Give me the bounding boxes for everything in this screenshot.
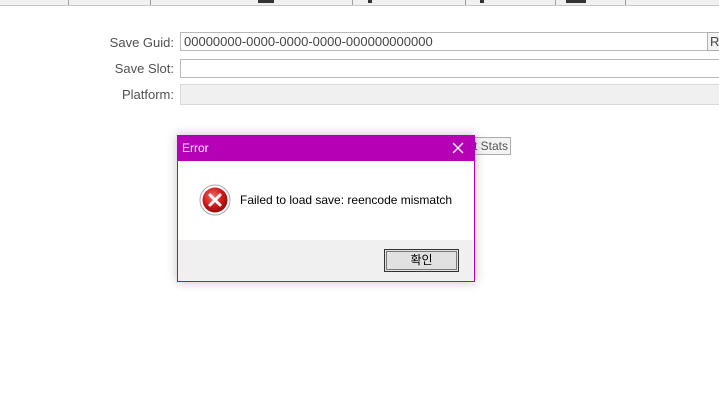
tab-separator — [625, 0, 626, 5]
platform-select[interactable] — [180, 84, 719, 105]
save-slot-input[interactable] — [180, 59, 719, 78]
tab-separator — [68, 0, 69, 5]
close-icon — [452, 142, 464, 154]
dialog-footer: 확인 — [178, 240, 474, 281]
tab-icon — [480, 0, 484, 3]
error-dialog: Error Failed to load save: reencode mism… — [177, 135, 475, 282]
dialog-titlebar[interactable]: Error — [178, 136, 474, 161]
save-slot-label: Save Slot: — [114, 61, 174, 76]
dialog-content: Failed to load save: reencode mismatch — [178, 161, 474, 240]
save-guid-label: Save Guid: — [109, 35, 174, 50]
tab-icon — [258, 0, 274, 3]
dialog-title: Error — [182, 141, 209, 155]
tab-strip[interactable] — [0, 0, 719, 6]
app-window: Save Guid: 00000000-0000-0000-0000-00000… — [0, 0, 719, 409]
tab-icon — [368, 0, 372, 3]
error-message: Failed to load save: reencode mismatch — [240, 193, 453, 207]
platform-label: Platform: — [121, 87, 174, 102]
tab-separator — [465, 0, 466, 5]
randomize-guid-button[interactable]: Ra — [707, 32, 719, 51]
dialog-close-button[interactable] — [448, 139, 468, 158]
error-icon — [199, 184, 231, 216]
save-guid-input[interactable]: 00000000-0000-0000-0000-000000000000 — [180, 32, 708, 51]
tab-separator — [150, 0, 151, 5]
tab-icon — [566, 0, 586, 3]
ok-button[interactable]: 확인 — [384, 249, 459, 272]
tab-separator — [555, 0, 556, 5]
tab-separator — [352, 0, 353, 5]
